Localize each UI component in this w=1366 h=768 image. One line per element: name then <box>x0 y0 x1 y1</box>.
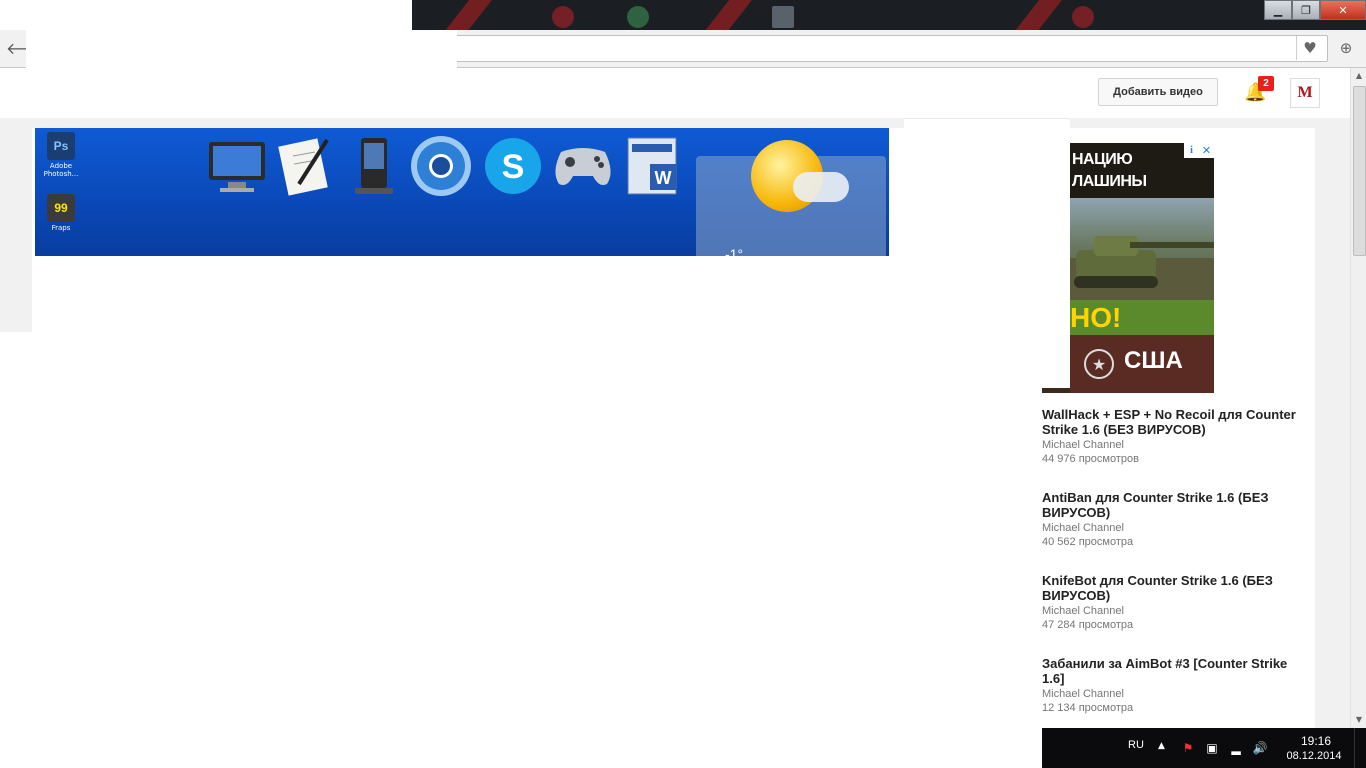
back-button[interactable]: 🡐 <box>6 38 49 60</box>
window-controls: ▁ ❐ ✕ <box>1264 0 1366 20</box>
desktop-icon-label: Fraps <box>51 224 71 232</box>
ad-info-icon[interactable]: i <box>1184 143 1199 158</box>
star-icon: ★ <box>1084 349 1114 379</box>
blank-overlay <box>1042 143 1070 388</box>
show-desktop-button[interactable] <box>1354 728 1366 768</box>
gamepad-icon <box>551 134 615 198</box>
list-item[interactable]: KnifeBot для Counter Strike 1.6 (БЕЗ ВИР… <box>1042 573 1302 656</box>
channel-name: Michael Channel <box>1042 439 1124 451</box>
page-masthead: Добавить видео 🔔 2 M <box>0 68 1350 119</box>
list-item[interactable]: WallHack + ESP + No Recoil для Counter S… <box>1042 407 1302 490</box>
clock-time[interactable]: 19:16 <box>1286 734 1346 748</box>
page-scrollbar[interactable]: ▲ ▼ <box>1350 68 1366 728</box>
close-button[interactable]: ✕ <box>1320 0 1366 20</box>
blank-area <box>899 128 1042 258</box>
view-count: 40 562 просмотра <box>1042 536 1134 548</box>
scroll-up-arrow-icon[interactable]: ▲ <box>1351 68 1366 84</box>
minimize-button[interactable]: ▁ <box>1264 0 1292 20</box>
ad-cta-text: НО! <box>1070 302 1122 333</box>
notification-count-badge: 2 <box>1258 76 1274 91</box>
action-center-flag-icon[interactable]: ⚑ <box>1180 740 1196 756</box>
video-player[interactable]: Ps Adobe Photosh... 99 Fraps S W -1° <box>35 128 889 256</box>
usb-device-icon[interactable]: ▣ <box>1204 740 1220 756</box>
ad-tank-image <box>1070 198 1214 300</box>
svg-text:W: W <box>655 168 672 188</box>
photoshop-icon: Ps <box>47 132 75 160</box>
video-title[interactable]: Забанили за AimBot #3 [Counter Strike 1.… <box>1042 656 1302 686</box>
desktop-icon-label: Adobe Photosh... <box>43 162 79 178</box>
ad-headline-1: НАЦИЮ <box>1072 151 1133 168</box>
show-hidden-icons-icon[interactable]: ▲ <box>1158 741 1165 751</box>
svg-text:S: S <box>502 148 525 186</box>
channel-name: Michael Channel <box>1042 688 1124 700</box>
pda-icon <box>341 134 405 198</box>
page-background <box>0 118 32 332</box>
notepad-pen-icon <box>273 134 337 198</box>
add-video-button[interactable]: Добавить видео <box>1098 78 1218 106</box>
view-count: 44 976 просмотров <box>1042 453 1139 465</box>
desktop-icon-photoshop: Ps Adobe Photosh... <box>41 132 81 178</box>
video-title[interactable]: KnifeBot для Counter Strike 1.6 (БЕЗ ВИР… <box>1042 573 1302 603</box>
channel-name: Michael Channel <box>1042 605 1124 617</box>
taskbar: RU ▲ ⚑ ▣ ▂ 🔊 19:16 08.12.2014 <box>1042 728 1366 768</box>
heart-icon[interactable]: ♥ <box>1296 36 1323 60</box>
network-signal-icon[interactable]: ▂ <box>1228 740 1244 756</box>
wallpaper-icon <box>552 6 574 28</box>
monitor-icon <box>205 134 269 198</box>
blank-overlay <box>26 30 457 70</box>
cloud-icon <box>793 172 849 202</box>
window-titlebar: ▁ ❐ ✕ <box>412 0 1366 30</box>
scroll-thumb[interactable] <box>1353 86 1366 256</box>
ad-headline-2: ЛАШИНЫ <box>1072 173 1147 190</box>
download-icon[interactable]: ⊕ <box>1334 36 1358 60</box>
volume-icon[interactable]: 🔊 <box>1252 740 1268 756</box>
video-title[interactable]: WallHack + ESP + No Recoil для Counter S… <box>1042 407 1302 437</box>
ad-country-text: США <box>1124 347 1183 374</box>
clock-date[interactable]: 08.12.2014 <box>1282 750 1346 762</box>
wallpaper-stripe <box>686 0 756 30</box>
view-count: 12 134 просмотра <box>1042 702 1134 714</box>
related-videos-list: WallHack + ESP + No Recoil для Counter S… <box>1042 407 1302 739</box>
word-icon: W <box>621 134 685 198</box>
desktop-icon-fraps: 99 Fraps <box>41 194 81 232</box>
weather-temperature: -1° <box>725 246 744 256</box>
wallpaper-icon <box>1072 6 1094 28</box>
view-count: 47 284 просмотра <box>1042 619 1134 631</box>
page-background <box>1315 118 1350 728</box>
wallpaper-icon <box>627 6 649 28</box>
wallpaper-stripe <box>996 0 1066 30</box>
fraps-icon: 99 <box>47 194 75 222</box>
video-title[interactable]: AntiBan для Counter Strike 1.6 (БЕЗ ВИРУ… <box>1042 490 1302 520</box>
ad-close-icon[interactable]: ✕ <box>1199 143 1214 158</box>
language-indicator[interactable]: RU <box>1128 739 1144 751</box>
list-item[interactable]: Забанили за AimBot #3 [Counter Strike 1.… <box>1042 656 1302 739</box>
restore-button[interactable]: ❐ <box>1292 0 1320 20</box>
wallpaper-icon <box>772 6 794 28</box>
list-item[interactable]: AntiBan для Counter Strike 1.6 (БЕЗ ВИРУ… <box>1042 490 1302 573</box>
ad-cta-banner: НО! <box>1070 300 1214 335</box>
page-background <box>32 118 904 128</box>
scroll-down-arrow-icon[interactable]: ▼ <box>1351 712 1366 728</box>
ad-footer: ★ США <box>1070 335 1214 393</box>
wallpaper-stripe <box>426 0 496 30</box>
skype-icon: S <box>481 134 545 198</box>
chrome-icon <box>409 134 473 198</box>
page-background <box>1070 118 1315 128</box>
channel-name: Michael Channel <box>1042 522 1124 534</box>
avatar[interactable]: M <box>1290 78 1320 108</box>
